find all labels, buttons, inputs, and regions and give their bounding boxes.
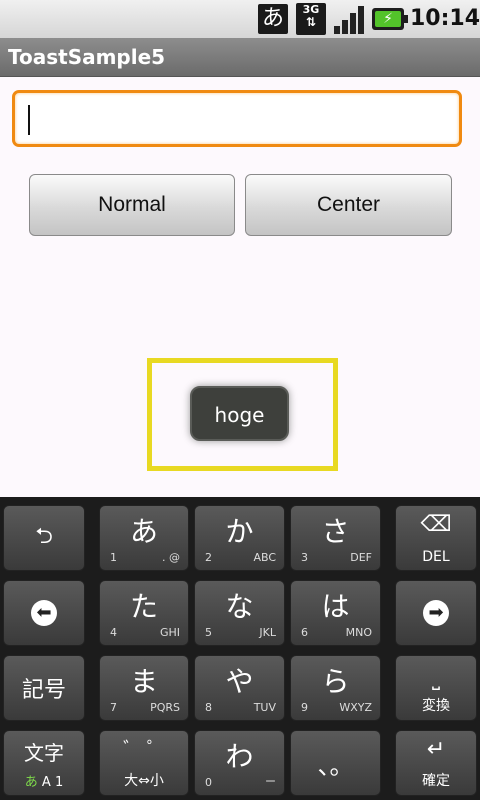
status-bar: あ 3G ⇅ ⚡ 10:14 bbox=[0, 0, 480, 38]
confirm-label: 確定 bbox=[422, 773, 450, 789]
backspace-icon: ⌫ bbox=[420, 512, 452, 537]
key-ha[interactable]: は 6 MNO bbox=[290, 580, 381, 646]
key-ka-num: 2 bbox=[205, 551, 212, 564]
key-ma[interactable]: ま 7 PQRS bbox=[99, 655, 189, 721]
undo-icon: ⮌ bbox=[35, 524, 53, 549]
clock: 10:14 bbox=[410, 6, 480, 31]
input-mode-active: あ bbox=[24, 775, 38, 790]
space-icon: ⎵ bbox=[432, 666, 440, 690]
key-ka[interactable]: か 2 ABC bbox=[194, 505, 285, 571]
input-mode-rest: A 1 bbox=[41, 775, 64, 790]
confirm-key[interactable]: ↵ 確定 bbox=[395, 730, 477, 796]
text-caret bbox=[28, 105, 30, 135]
key-ta-label: た bbox=[129, 590, 158, 623]
dakuten-key[interactable]: ゛ ゜ 大⇔小 bbox=[99, 730, 189, 796]
key-wa[interactable]: わ 0 ー bbox=[194, 730, 285, 796]
key-a-sub: . @ bbox=[162, 551, 180, 564]
key-wa-sub: ー bbox=[265, 775, 276, 788]
convert-key[interactable]: ⎵ 変換 bbox=[395, 655, 477, 721]
size-toggle-label: 大⇔小 bbox=[124, 773, 164, 789]
input-mode-sub: あ A 1 bbox=[4, 771, 84, 790]
key-sa-sub: DEF bbox=[350, 551, 372, 564]
key-na-sub: JKL bbox=[259, 626, 276, 639]
key-ha-label: は bbox=[321, 590, 350, 623]
undo-key[interactable]: ⮌ bbox=[3, 505, 85, 571]
key-a-label: あ bbox=[129, 515, 158, 548]
delete-label: DEL bbox=[422, 549, 450, 565]
symbol-label: 記号 bbox=[21, 678, 66, 703]
app-title: ToastSample5 bbox=[8, 45, 166, 69]
title-bar: ToastSample5 bbox=[0, 38, 480, 77]
punctuation-label: 、。 bbox=[317, 751, 354, 780]
key-ha-num: 6 bbox=[301, 626, 308, 639]
network-3g-icon: 3G ⇅ bbox=[296, 3, 326, 35]
key-ka-label: か bbox=[225, 515, 254, 548]
key-ya[interactable]: や 8 TUV bbox=[194, 655, 285, 721]
signal-strength-icon bbox=[332, 4, 366, 34]
battery-charging-icon: ⚡ bbox=[372, 8, 408, 30]
key-a[interactable]: あ 1 . @ bbox=[99, 505, 189, 571]
key-ma-label: ま bbox=[129, 665, 158, 698]
key-na-label: な bbox=[225, 590, 254, 623]
key-wa-num: 0 bbox=[205, 776, 212, 789]
key-na[interactable]: な 5 JKL bbox=[194, 580, 285, 646]
key-ta-num: 4 bbox=[110, 626, 117, 639]
key-ra-sub: WXYZ bbox=[339, 701, 372, 714]
key-ma-num: 7 bbox=[110, 701, 117, 714]
arrow-left-icon: ⬅ bbox=[31, 600, 57, 626]
key-wa-label: わ bbox=[225, 740, 254, 773]
normal-button[interactable]: Normal bbox=[29, 174, 235, 236]
toast-message: hoge bbox=[190, 386, 289, 441]
key-ra-num: 9 bbox=[301, 701, 308, 714]
key-ra-label: ら bbox=[321, 665, 350, 698]
key-ha-sub: MNO bbox=[345, 626, 372, 639]
key-ta[interactable]: た 4 GHI bbox=[99, 580, 189, 646]
soft-keyboard: ⮌ あ 1 . @ か 2 ABC さ 3 DEF ⌫ DEL ⬅ た 4 GH… bbox=[0, 497, 480, 800]
symbol-key[interactable]: 記号 bbox=[3, 655, 85, 721]
key-ra[interactable]: ら 9 WXYZ bbox=[290, 655, 381, 721]
key-a-num: 1 bbox=[110, 551, 117, 564]
key-ya-label: や bbox=[225, 665, 254, 698]
enter-icon: ↵ bbox=[426, 737, 446, 762]
cursor-left-key[interactable]: ⬅ bbox=[3, 580, 85, 646]
key-ka-sub: ABC bbox=[253, 551, 276, 564]
cursor-right-key[interactable]: ➡ bbox=[395, 580, 477, 646]
input-mode-key[interactable]: 文字 あ A 1 bbox=[3, 730, 85, 796]
key-ta-sub: GHI bbox=[159, 626, 180, 639]
delete-key[interactable]: ⌫ DEL bbox=[395, 505, 477, 571]
convert-label: 変換 bbox=[422, 698, 450, 714]
key-ma-sub: PQRS bbox=[150, 701, 180, 714]
key-ya-sub: TUV bbox=[253, 701, 276, 714]
key-sa-num: 3 bbox=[301, 551, 308, 564]
dakuten-label: ゛ ゜ bbox=[123, 739, 165, 760]
key-sa-label: さ bbox=[321, 515, 350, 548]
center-button[interactable]: Center bbox=[245, 174, 452, 236]
key-na-num: 5 bbox=[205, 626, 212, 639]
arrow-right-icon: ➡ bbox=[423, 600, 449, 626]
punctuation-key[interactable]: 、。 bbox=[290, 730, 381, 796]
input-mode-label: 文字 bbox=[24, 741, 64, 765]
text-input[interactable] bbox=[12, 90, 462, 147]
ime-indicator-icon: あ bbox=[258, 4, 288, 34]
key-ya-num: 8 bbox=[205, 701, 212, 714]
key-sa[interactable]: さ 3 DEF bbox=[290, 505, 381, 571]
